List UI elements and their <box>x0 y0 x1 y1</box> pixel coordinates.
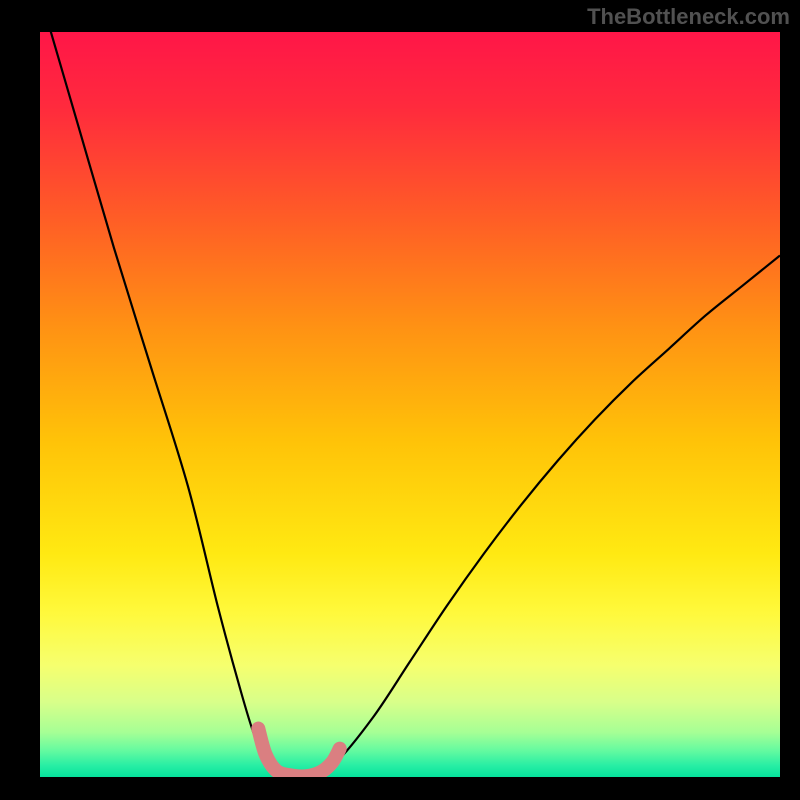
chart-frame: TheBottleneck.com <box>0 0 800 800</box>
plot-background <box>40 32 780 777</box>
watermark-text: TheBottleneck.com <box>587 4 790 30</box>
bottleneck-chart <box>0 0 800 800</box>
